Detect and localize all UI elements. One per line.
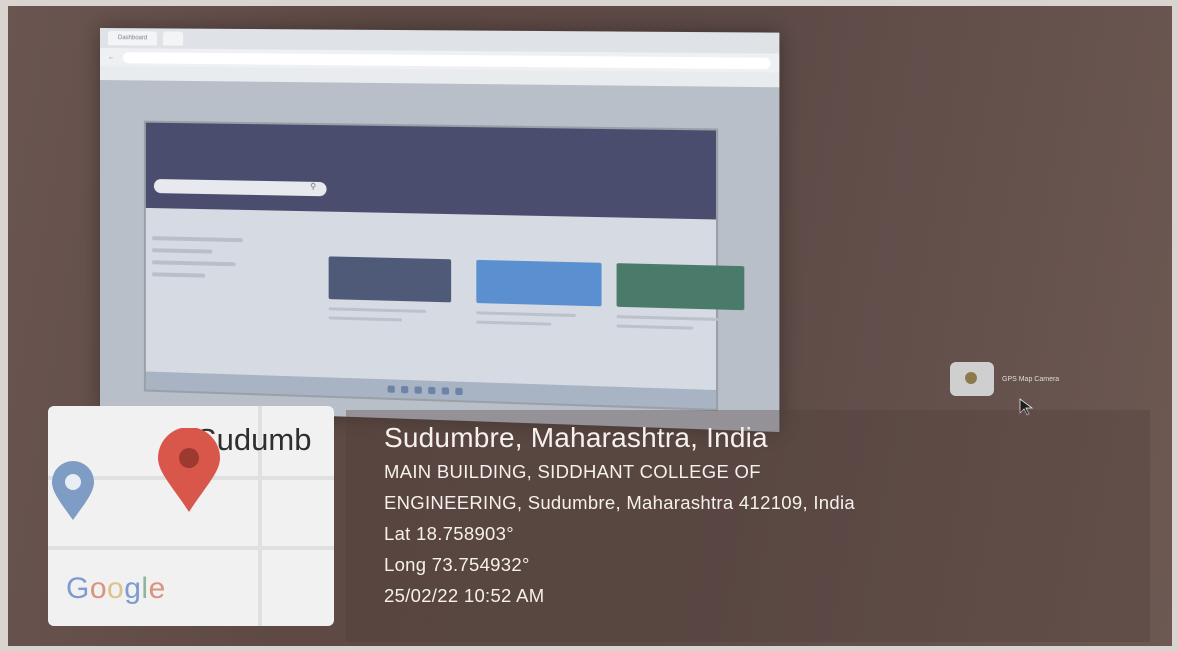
sidebar-line [151,272,205,278]
card-line [616,324,693,330]
card-line [328,316,402,322]
site-search-input[interactable] [153,178,327,197]
course-thumbnail [328,256,452,303]
monitor-screen: Dashboard ← ⚲ [100,28,780,433]
timestamp-text: 25/02/22 10:52 AM [384,585,545,606]
site-sidebar [151,228,304,288]
longitude-text: Long 73.754932° [384,554,530,575]
taskbar-app-icon[interactable] [428,386,436,394]
google-logo: Google [66,572,166,605]
address-line-1: MAIN BUILDING, SIDDHANT COLLEGE OF [384,461,761,482]
address-line-2: ENGINEERING, Sudumbre, Maharashtra 41210… [384,492,855,513]
blue-map-pin-icon [52,461,94,520]
geotag-text-block: Sudumbre, Maharashtra, India MAIN BUILDI… [384,420,855,611]
sidebar-line [151,248,213,254]
browser-tab[interactable]: Dashboard [107,31,158,46]
browser-tab[interactable] [163,31,184,46]
gps-app-badge: GPS Map Camera [950,362,1059,396]
back-icon[interactable]: ← [108,54,115,61]
photo-background: Dashboard ← ⚲ GPS Map Camera Sudumb Goog… [8,6,1172,646]
taskbar-app-icon[interactable] [441,386,450,395]
course-thumbnail [616,263,745,311]
card-line [616,315,719,322]
red-map-pin-icon [158,428,220,512]
sidebar-line [151,260,236,267]
course-card[interactable] [328,256,452,382]
sidebar-heading [152,228,304,231]
latitude-text: Lat 18.758903° [384,523,514,544]
card-line [328,307,427,313]
taskbar-app-icon[interactable] [387,384,395,393]
course-card[interactable] [476,259,602,387]
taskbar-app-icon[interactable] [455,387,463,395]
search-icon[interactable]: ⚲ [310,182,316,191]
gps-map-camera-icon [950,362,994,396]
website-viewport: ⚲ [143,120,745,412]
course-thumbnail [476,259,602,307]
sidebar-line [151,236,243,243]
gps-app-label: GPS Map Camera [1002,375,1060,383]
taskbar-app-icon[interactable] [401,385,409,393]
map-road [48,546,334,550]
map-thumbnail: Sudumb Google [48,406,334,626]
site-header: ⚲ [145,122,716,220]
card-line [476,311,577,318]
course-card[interactable] [616,263,745,392]
taskbar-app-icon[interactable] [414,385,422,394]
location-title: Sudumbre, Maharashtra, India [384,422,768,453]
card-line [476,320,552,326]
